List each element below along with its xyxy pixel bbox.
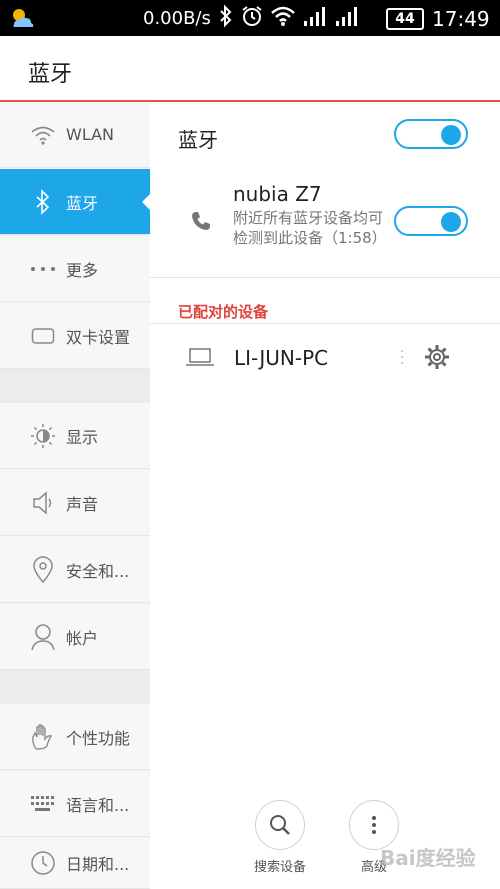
paired-devices-header: 已配对的设备: [178, 303, 269, 321]
search-devices-button[interactable]: 搜索设备: [248, 800, 312, 875]
bluetooth-toggle[interactable]: [394, 119, 468, 149]
sidebar-group-gap: [0, 670, 150, 704]
battery-icon: 44: [386, 8, 424, 30]
bluetooth-label: 蓝牙: [178, 128, 218, 152]
status-bar: 0.00B/s 44 17:49: [0, 0, 500, 36]
sidebar-item-bluetooth[interactable]: 蓝牙: [0, 169, 151, 235]
paired-device-row[interactable]: LI-JUN-PC: [150, 326, 500, 392]
search-icon: [255, 800, 305, 850]
sidebar-item-wlan[interactable]: WLAN: [0, 102, 150, 168]
bluetooth-panel: 蓝牙 nubia Z7 附近所有蓝牙设备均可检测到此设备（1:58） 已配对的设…: [150, 102, 500, 889]
sidebar-item-label: 双卡设置: [66, 327, 131, 347]
wifi-icon: [28, 120, 58, 150]
sidebar-item-label: 安全和...: [66, 561, 130, 581]
sidebar-item-security[interactable]: 安全和...: [0, 537, 150, 603]
watermark: Bai度经验: [380, 846, 476, 870]
sidebar-item-personal-features[interactable]: 个性功能: [0, 704, 150, 770]
app-bar: 蓝牙: [0, 36, 500, 102]
paired-device-name: LI-JUN-PC: [234, 346, 329, 370]
sidebar-item-more[interactable]: 更多: [0, 236, 150, 302]
separator-dots: [400, 348, 404, 370]
page-title: 蓝牙: [28, 62, 73, 87]
sidebar-item-dual-sim[interactable]: 双卡设置: [0, 303, 150, 369]
laptop-icon: [185, 346, 215, 372]
brightness-icon: [28, 421, 58, 451]
toggle-knob: [441, 212, 461, 232]
sidebar-group-gap: [0, 369, 150, 403]
device-name: nubia Z7: [233, 182, 322, 206]
signal-icon: [302, 5, 328, 31]
weather-icon: [8, 5, 36, 35]
clock-icon: [28, 848, 58, 878]
bluetooth-icon: [28, 187, 58, 217]
person-icon: [28, 622, 58, 652]
sidebar-item-label: 语言和...: [66, 795, 130, 815]
clock-time: 17:49: [432, 7, 490, 31]
toggle-knob: [441, 125, 461, 145]
visibility-toggle[interactable]: [394, 206, 468, 236]
sidebar-item-display[interactable]: 显示: [0, 403, 150, 469]
sidebar-item-sound[interactable]: 声音: [0, 470, 150, 536]
sidebar-item-label: WLAN: [66, 125, 115, 144]
divider: [150, 323, 500, 324]
alarm-icon: [240, 4, 264, 32]
bluetooth-icon: [218, 4, 234, 32]
keyboard-icon: [28, 789, 58, 819]
net-speed: 0.00B/s: [143, 8, 211, 29]
hand-icon: [28, 722, 58, 752]
sidebar-item-label: 声音: [66, 494, 99, 514]
wifi-icon: [270, 5, 296, 31]
more-dots-icon: [28, 254, 58, 284]
sidebar-item-label: 显示: [66, 427, 99, 447]
sidebar-item-label: 更多: [66, 260, 99, 280]
sidebar-item-label: 日期和...: [66, 855, 130, 874]
sidebar-item-language[interactable]: 语言和...: [0, 771, 150, 837]
speaker-icon: [28, 488, 58, 518]
phone-icon: [190, 210, 212, 236]
sim-card-icon: [28, 321, 58, 351]
sidebar-item-account[interactable]: 帐户: [0, 604, 150, 670]
sidebar-item-label: 个性功能: [66, 728, 131, 748]
action-label: 搜索设备: [253, 860, 306, 875]
device-visibility-description: 附近所有蓝牙设备均可检测到此设备（1:58）: [233, 209, 387, 247]
sidebar-item-label: 蓝牙: [66, 193, 99, 213]
location-pin-icon: [28, 555, 58, 585]
divider: [150, 277, 500, 278]
sidebar-item-date-time[interactable]: 日期和...: [0, 838, 150, 889]
sidebar-item-label: 帐户: [66, 628, 99, 648]
signal-icon-2: [334, 5, 360, 31]
gear-icon[interactable]: [423, 343, 451, 375]
settings-sidebar: WLAN 蓝牙 更多 双卡设置 显示 声音 安全和... 帐户 个性功能 语言和…: [0, 102, 151, 889]
